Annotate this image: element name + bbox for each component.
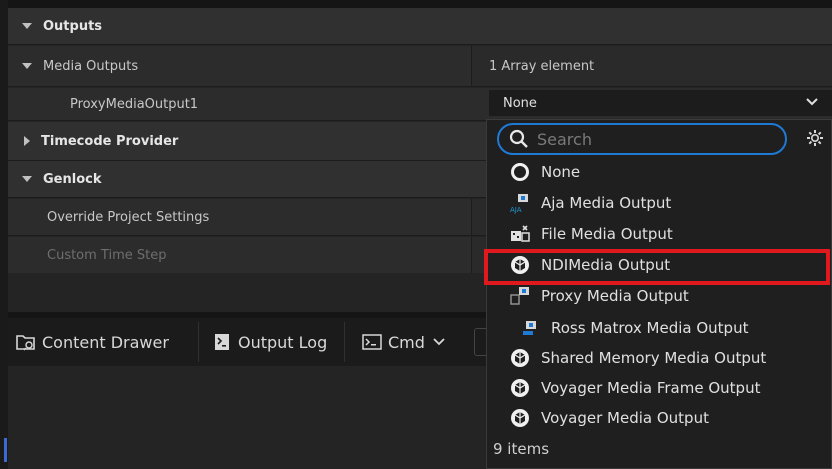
expand-arrow-icon[interactable] (22, 176, 32, 182)
search-input[interactable] (537, 129, 757, 149)
item-count: 9 items (493, 440, 550, 458)
menu-item-label: None (541, 163, 581, 181)
divider (8, 44, 832, 45)
outputs-category[interactable]: Outputs (8, 8, 832, 44)
toolbar-divider (344, 322, 345, 362)
content-drawer-button[interactable]: Content Drawer (16, 318, 198, 366)
proxy-media-output-label: ProxyMediaOutput1 (70, 96, 199, 112)
output-log-label: Output Log (238, 332, 328, 352)
chevron-down-icon (433, 338, 445, 346)
search-box[interactable] (497, 123, 787, 155)
array-count-value: 1 Array element (489, 58, 595, 74)
selection-highlight-box (484, 249, 830, 285)
cmd-label: Cmd (388, 332, 425, 352)
circle-none-icon (511, 163, 529, 181)
menu-item-none[interactable]: None (487, 157, 831, 187)
aja-icon: AJA (510, 194, 528, 214)
menu-item-label: Shared Memory Media Output (541, 349, 767, 367)
toolbar-divider (198, 322, 199, 362)
media-output-picker-menu: None AJA Aja Media Output File Media Out… (486, 119, 832, 469)
menu-item-file-media[interactable]: File Media Output (487, 219, 831, 249)
collapse-arrow-icon[interactable] (24, 136, 30, 146)
menu-item-label: Ross Matrox Media Output (551, 319, 749, 337)
proxy-icon (510, 287, 529, 305)
search-icon (509, 129, 528, 148)
override-project-settings-label: Override Project Settings (47, 209, 210, 225)
menu-item-voyager-frame[interactable]: Voyager Media Frame Output (487, 373, 831, 403)
folder-icon (16, 335, 35, 351)
unreal-cube-icon (511, 379, 529, 397)
custom-time-step-label: Custom Time Step (47, 247, 167, 263)
menu-item-proxy[interactable]: Proxy Media Output (487, 281, 831, 311)
menu-item-label: Proxy Media Output (541, 287, 689, 305)
timecode-provider-label: Timecode Provider (41, 133, 179, 149)
content-drawer-label: Content Drawer (42, 332, 169, 352)
dropdown-value: None (503, 95, 537, 111)
expand-arrow-icon[interactable] (22, 23, 32, 29)
gear-icon[interactable] (806, 129, 824, 147)
svg-text:AJA: AJA (510, 206, 522, 214)
expand-arrow-icon[interactable] (22, 63, 32, 69)
menu-item-ross-matrox[interactable]: Ross Matrox Media Output (487, 313, 831, 343)
menu-item-label: Voyager Media Frame Output (541, 379, 761, 397)
outputs-label: Outputs (43, 18, 103, 34)
menu-item-label: File Media Output (541, 225, 673, 243)
unreal-cube-icon (511, 409, 529, 427)
divider (8, 86, 832, 87)
menu-item-voyager[interactable]: Voyager Media Output (487, 403, 831, 433)
terminal-icon (362, 334, 382, 350)
file-media-icon (511, 225, 530, 242)
media-outputs-label: Media Outputs (43, 58, 139, 74)
unreal-cube-icon (511, 349, 529, 367)
genlock-label: Genlock (43, 171, 102, 187)
left-edge-strip (0, 0, 8, 469)
menu-item-label: Aja Media Output (541, 194, 672, 212)
cmd-button[interactable]: Cmd (362, 318, 462, 366)
media-outputs-row[interactable]: Media Outputs 1 Array element (8, 46, 832, 86)
output-log-icon (215, 334, 229, 350)
output-log-button[interactable]: Output Log (214, 318, 344, 366)
left-accent-mark (4, 438, 7, 462)
menu-item-aja[interactable]: AJA Aja Media Output (487, 188, 831, 218)
chevron-down-icon (806, 98, 818, 106)
ross-icon (523, 321, 536, 335)
menu-item-shared-memory[interactable]: Shared Memory Media Output (487, 343, 831, 373)
menu-item-label: Voyager Media Output (541, 409, 709, 427)
media-output-dropdown[interactable]: None (489, 90, 832, 116)
